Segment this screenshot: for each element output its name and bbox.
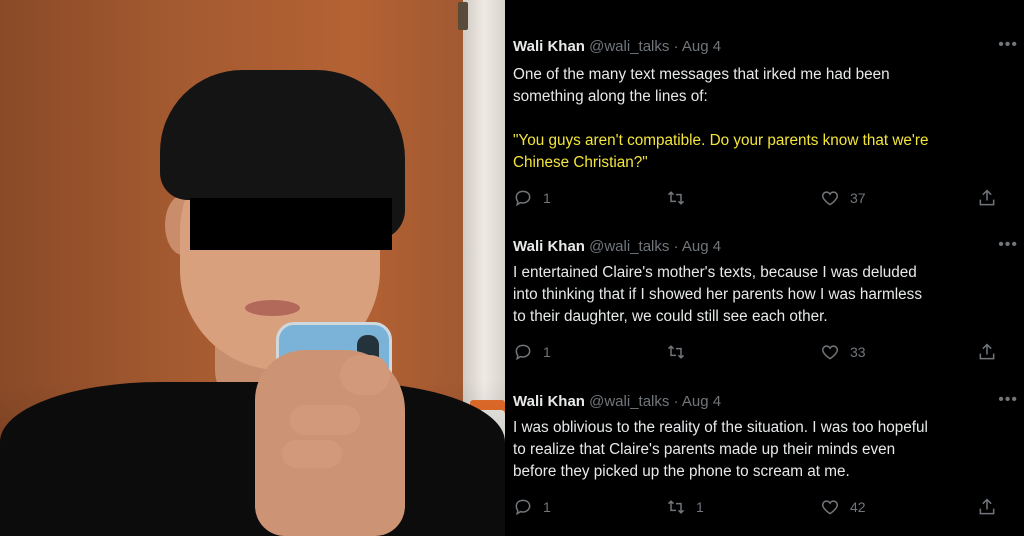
quoted-line: "You guys aren't compatible. Do your par… <box>513 132 929 149</box>
tweet-line: I was oblivious to the reality of the si… <box>513 419 928 436</box>
separator: · <box>673 238 679 255</box>
share-button[interactable] <box>977 188 997 208</box>
more-icon[interactable]: ••• <box>998 236 1018 254</box>
black-shirt <box>0 382 505 536</box>
tweet-line: into thinking that if I showed her paren… <box>513 286 922 303</box>
tweet-text: I entertained Claire's mother's texts, b… <box>513 262 922 328</box>
more-icon[interactable]: ••• <box>998 391 1018 409</box>
tweet-header: Wali Khan @wali_talks · Aug 4 <box>513 393 721 410</box>
author-name[interactable]: Wali Khan <box>513 238 585 255</box>
like-button[interactable]: 37 <box>820 188 866 208</box>
selfie-photo <box>0 0 505 536</box>
finger <box>290 405 360 435</box>
tweet-text: I was oblivious to the reality of the si… <box>513 417 928 483</box>
tweet-actions: 1 33 <box>513 342 1003 364</box>
share-icon <box>979 189 995 206</box>
tweet-line: I entertained Claire's mother's texts, b… <box>513 264 917 281</box>
retweet-icon <box>667 500 685 514</box>
retweet-count: 1 <box>696 499 704 515</box>
tweet-thread: Wali Khan @wali_talks · Aug 4 ••• One of… <box>505 0 1024 536</box>
author-name[interactable]: Wali Khan <box>513 38 585 55</box>
reply-count: 1 <box>543 344 551 360</box>
share-icon <box>979 498 995 515</box>
tweet-header: Wali Khan @wali_talks · Aug 4 <box>513 38 721 55</box>
author-name[interactable]: Wali Khan <box>513 393 585 410</box>
reply-count: 1 <box>543 499 551 515</box>
reply-icon <box>515 344 531 361</box>
finger <box>340 355 390 395</box>
author-handle[interactable]: @wali_talks <box>589 238 669 255</box>
reply-button[interactable]: 1 <box>513 188 551 208</box>
separator: · <box>673 393 679 410</box>
share-icon <box>979 343 995 360</box>
composite-image: Wali Khan @wali_talks · Aug 4 ••• One of… <box>0 0 1024 536</box>
separator: · <box>673 38 679 55</box>
tweet-line: One of the many text messages that irked… <box>513 66 890 83</box>
retweet-icon <box>667 345 685 359</box>
tweet-text: One of the many text messages that irked… <box>513 64 928 174</box>
finger <box>282 440 342 468</box>
heart-icon <box>821 345 839 360</box>
share-button[interactable] <box>977 342 997 362</box>
retweet-icon <box>667 191 685 205</box>
tweet-actions: 1 1 42 <box>513 497 1003 519</box>
share-button[interactable] <box>977 497 997 517</box>
author-handle[interactable]: @wali_talks <box>589 393 669 410</box>
tweet-date[interactable]: Aug 4 <box>682 393 721 410</box>
like-button[interactable]: 42 <box>820 497 866 517</box>
reply-button[interactable]: 1 <box>513 342 551 362</box>
retweet-button[interactable]: 1 <box>666 497 704 517</box>
more-icon[interactable]: ••• <box>998 36 1018 54</box>
censor-bar <box>190 198 392 250</box>
like-button[interactable]: 33 <box>820 342 866 362</box>
door-hinge <box>458 2 468 30</box>
heart-icon <box>821 500 839 515</box>
like-count: 42 <box>850 499 866 515</box>
tweet-date[interactable]: Aug 4 <box>682 238 721 255</box>
quoted-line: Chinese Christian?" <box>513 154 648 171</box>
tweet-actions: 1 37 <box>513 188 1003 210</box>
tweet-line: something along the lines of: <box>513 88 708 105</box>
tweet-line: before they picked up the phone to screa… <box>513 463 850 480</box>
reply-button[interactable]: 1 <box>513 497 551 517</box>
tweet-line: to realize that Claire's parents made up… <box>513 441 896 458</box>
author-handle[interactable]: @wali_talks <box>589 38 669 55</box>
lips <box>245 300 300 316</box>
retweet-button[interactable] <box>666 188 696 208</box>
like-count: 37 <box>850 190 866 206</box>
tweet-line: to their daughter, we could still see ea… <box>513 308 828 325</box>
heart-icon <box>821 191 839 206</box>
tweet-date[interactable]: Aug 4 <box>682 38 721 55</box>
like-count: 33 <box>850 344 866 360</box>
reply-icon <box>515 190 531 207</box>
reply-count: 1 <box>543 190 551 206</box>
reply-icon <box>515 499 531 516</box>
tweet-header: Wali Khan @wali_talks · Aug 4 <box>513 238 721 255</box>
retweet-button[interactable] <box>666 342 696 362</box>
